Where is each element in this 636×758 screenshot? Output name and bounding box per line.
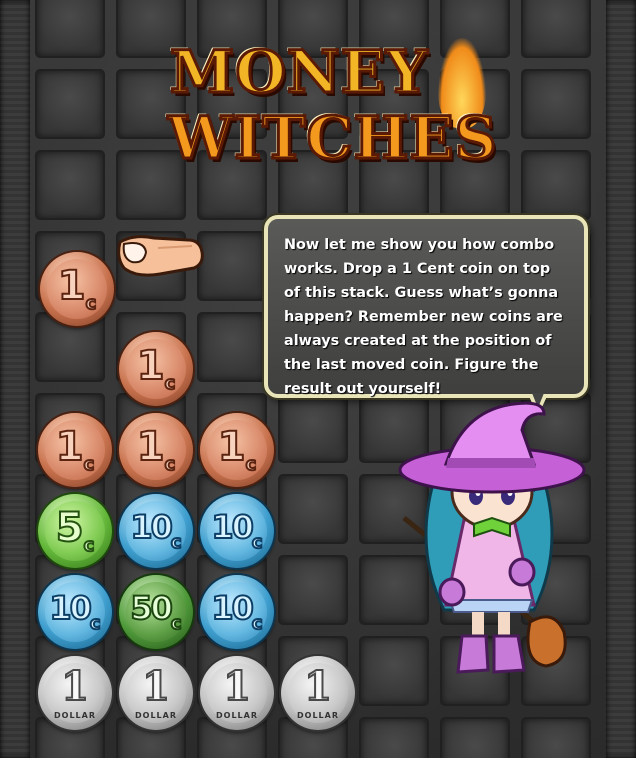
board-cell[interactable] (278, 555, 348, 625)
coin-5-c[interactable]: 5c (38, 494, 112, 568)
finger-pointer-icon (117, 235, 204, 277)
board-cell[interactable] (521, 69, 591, 139)
board-cell[interactable] (521, 0, 591, 58)
tutorial-speech-bubble: Now let me show you how combo works. Dro… (264, 215, 588, 398)
logo-title-line2: WITCHES (166, 103, 498, 174)
tutorial-message: Now let me show you how combo works. Dro… (284, 237, 563, 397)
coin-1-dollar[interactable]: 1 DOLLAR (200, 656, 274, 730)
coin-50-c[interactable]: 50c (119, 575, 193, 649)
coin-10-c[interactable]: 10c (200, 494, 274, 568)
board-cell[interactable] (440, 717, 510, 758)
coin-1-c[interactable]: 1c (200, 413, 274, 487)
right-frame (606, 0, 636, 758)
board-cell[interactable] (278, 393, 348, 463)
coin-1-c[interactable]: 1c (119, 413, 193, 487)
board-cell[interactable] (197, 231, 267, 301)
coin-10-c[interactable]: 10c (119, 494, 193, 568)
coin-1-c[interactable]: 1c (119, 332, 193, 406)
board-cell[interactable] (197, 312, 267, 382)
coin-1-dollar[interactable]: 1 DOLLAR (38, 656, 112, 730)
board-cell[interactable] (278, 474, 348, 544)
board-cell[interactable] (521, 150, 591, 220)
coin-10-c[interactable]: 10c (38, 575, 112, 649)
coin-1-dollar[interactable]: 1 DOLLAR (281, 656, 355, 730)
board-cell[interactable] (35, 69, 105, 139)
left-frame (0, 0, 30, 758)
coin-1-c[interactable]: 1c (40, 252, 114, 326)
board-cell[interactable] (35, 0, 105, 58)
coin-1-c[interactable]: 1c (38, 413, 112, 487)
game-screen: MONEY WITCHES Now let me show you how co… (0, 0, 636, 758)
logo-title-line1: MONEY (168, 37, 429, 108)
coin-10-c[interactable]: 10c (200, 575, 274, 649)
board-cell[interactable] (35, 150, 105, 220)
coin-1-dollar[interactable]: 1 DOLLAR (119, 656, 193, 730)
board-cell[interactable] (359, 717, 429, 758)
board-cell[interactable] (521, 717, 591, 758)
game-logo: MONEY WITCHES (160, 37, 497, 178)
witch-character (398, 401, 586, 674)
